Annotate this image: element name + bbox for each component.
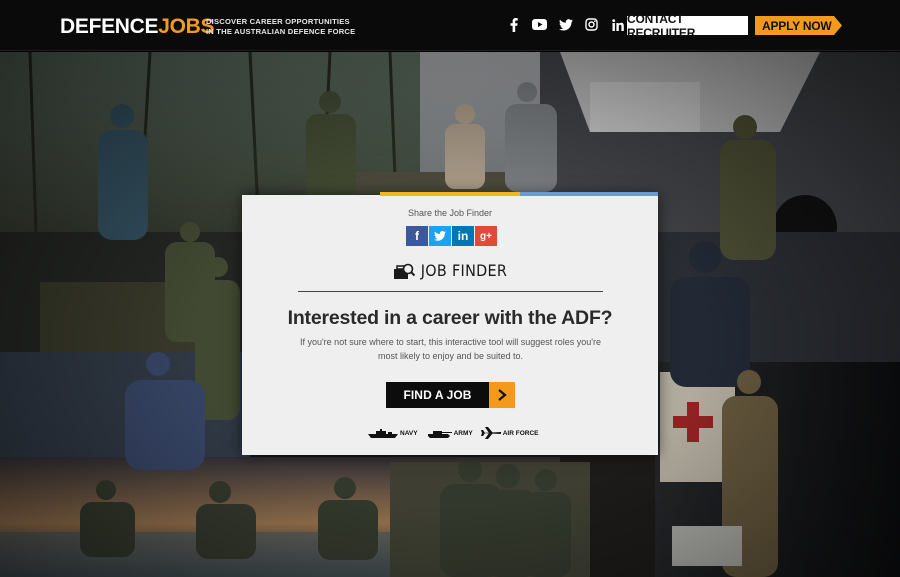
chevron-right-icon (489, 382, 515, 408)
navy-label: NAVY (400, 429, 418, 437)
tagline-line-1: DISCOVER CAREER OPPORTUNITIES (206, 17, 350, 26)
tagline-line-2: IN THE AUSTRALIAN DEFENCE FORCE (206, 26, 356, 36)
facebook-icon[interactable] (506, 16, 521, 33)
share-twitter-button[interactable] (429, 226, 451, 246)
stripe-blue (520, 192, 658, 196)
service-navy: NAVY (368, 428, 418, 438)
army-label: ARMY (453, 429, 473, 437)
navy-ship-icon (368, 428, 398, 438)
share-linkedin-button[interactable]: in (452, 226, 474, 246)
defence-jobs-logo[interactable]: DEFENCE JOBS (60, 15, 215, 39)
share-googleplus-button[interactable]: g+ (475, 226, 497, 246)
contact-recruiter-button[interactable]: CONTACT RECRUITER (627, 12, 748, 40)
modal-accent-stripe (380, 192, 658, 196)
job-finder-icon (393, 263, 415, 279)
facebook-icon: f (415, 229, 419, 243)
apply-now-label: APPLY NOW (762, 18, 832, 33)
logo-text-defence: DEFENCE (60, 15, 159, 38)
share-label: Share the Job Finder (407, 208, 493, 218)
service-branches: NAVY ARMY AIR FORCE (368, 427, 538, 439)
modal-description: If you're not sure where to start, this … (299, 337, 602, 361)
job-finder-heading: JOB FINDER (420, 261, 508, 280)
find-a-job-label: FIND A JOB (403, 388, 472, 402)
modal-headline: Interested in a career with the ADF? (287, 307, 613, 329)
service-army: ARMY (426, 429, 473, 438)
linkedin-icon[interactable] (610, 16, 625, 33)
air-force-jet-icon (480, 427, 501, 439)
google-plus-icon: g+ (480, 230, 492, 242)
title-divider (298, 291, 603, 292)
apply-now-button[interactable]: APPLY NOW (755, 16, 842, 35)
air-force-label: AIR FORCE (502, 429, 539, 437)
youtube-icon[interactable] (532, 16, 547, 33)
site-header: DEFENCE JOBS DISCOVER CAREER OPPORTUNITI… (0, 0, 900, 51)
army-tank-icon (427, 430, 452, 438)
contact-recruiter-label: CONTACT RECRUITER (627, 11, 696, 40)
share-facebook-button[interactable]: f (406, 226, 428, 246)
share-buttons: f in g+ (406, 226, 497, 246)
header-tagline: DISCOVER CAREER OPPORTUNITIES IN THE AUS… (206, 17, 356, 36)
job-finder-panel: Share the Job Finder f in g+ JOB FINDER … (242, 192, 658, 455)
twitter-icon[interactable] (558, 16, 573, 33)
instagram-icon[interactable] (584, 16, 599, 33)
find-a-job-button[interactable]: FIND A JOB (386, 382, 515, 408)
job-finder-title: JOB FINDER (242, 261, 658, 280)
linkedin-icon: in (457, 229, 469, 243)
twitter-icon (434, 231, 446, 241)
stripe-yellow (380, 192, 520, 196)
social-links (506, 16, 625, 33)
service-air-force: AIR FORCE (480, 427, 539, 439)
